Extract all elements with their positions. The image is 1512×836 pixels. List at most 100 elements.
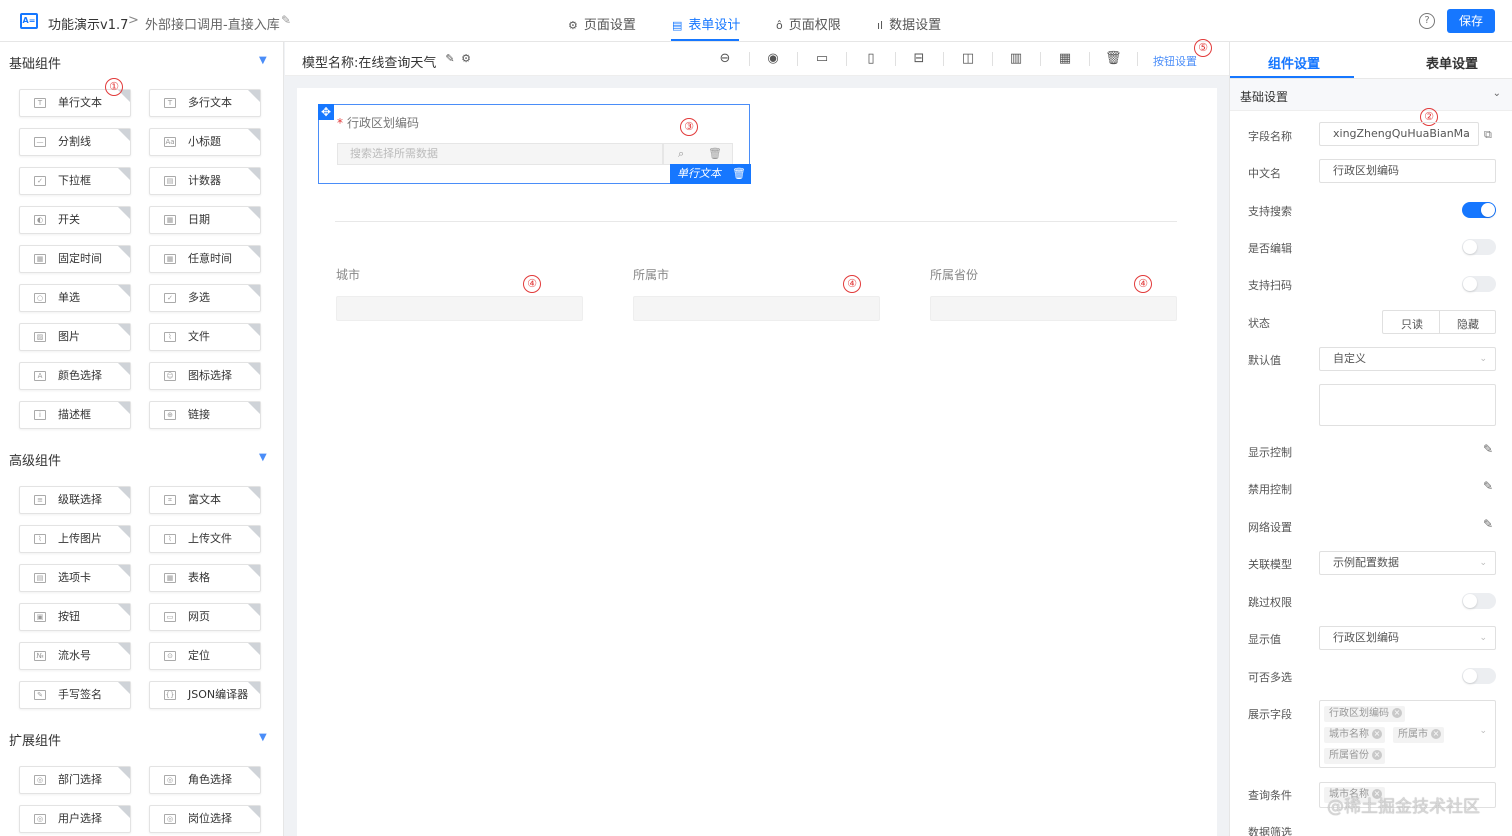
chevron-down-icon[interactable]: ▼ [259,55,267,66]
palette-item-label: 文件 [188,330,210,343]
save-button[interactable]: 保存 [1447,9,1495,33]
palette-item[interactable]: ◐ 开关 [19,206,131,234]
edit-icon[interactable]: ✎ [281,13,291,27]
default-value-select[interactable]: 自定义 ⌄ [1319,347,1496,371]
tab-component-settings[interactable]: 组件设置 [1268,53,1320,72]
palette-item[interactable]: ▦ 日期 [149,206,261,234]
skip-permission-toggle[interactable] [1462,593,1496,609]
field-chip[interactable]: 所属市 [1393,727,1444,743]
field-chip[interactable]: 城市名称 [1324,727,1385,743]
palette-item[interactable]: ◎ 岗位选择 [149,805,261,833]
palette-item[interactable]: ○ 单选 [19,284,131,312]
layout-three-columns-icon[interactable]: ▥ [1008,51,1024,67]
help-icon[interactable]: ? [1419,13,1435,29]
cn-name-input[interactable]: 行政区划编码 [1319,159,1496,183]
city-belong-field[interactable] [633,296,880,321]
related-model-select[interactable]: 示例配置数据 ⌄ [1319,551,1496,575]
divider [846,52,847,66]
palette-item[interactable]: ▨ 图片 [19,323,131,351]
layout-two-columns-icon[interactable]: ◫ [960,51,976,67]
palette-item[interactable]: № 流水号 [19,642,131,670]
link-icon[interactable]: ⊖ [717,51,733,67]
palette-item[interactable]: ▤ 计数器 [149,167,261,195]
palette-item[interactable]: ◎ 用户选择 [19,805,131,833]
search-support-toggle[interactable] [1462,202,1496,218]
palette-item[interactable]: ✎ 手写签名 [19,681,131,709]
editable-toggle[interactable] [1462,239,1496,255]
desktop-icon[interactable]: ▭ [814,51,830,67]
gear-icon[interactable]: ⚙ [458,51,474,67]
palette-item[interactable]: ✓ 下拉框 [19,167,131,195]
palette-item[interactable]: ☺ 图标选择 [149,362,261,390]
palette-item[interactable]: ⌗ 富文本 [149,486,261,514]
copy-icon[interactable]: ⧉ [1484,128,1492,142]
app-title[interactable]: 功能演示v1.7 [48,14,128,33]
basic-settings-header[interactable]: 基础设置 ⌄ [1230,79,1512,111]
palette-item[interactable]: ≡ 级联选择 [19,486,131,514]
trash-icon[interactable]: 🗑 [1105,51,1122,67]
component-icon: ≡ [34,495,46,505]
palette-item[interactable]: ◎ 角色选择 [149,766,261,794]
palette-item[interactable]: ▦ 固定时间 [19,245,131,273]
chevron-down-icon[interactable]: ▼ [259,452,267,463]
palette-item[interactable]: A 颜色选择 [19,362,131,390]
palette-item[interactable]: {} JSON编译器 [149,681,261,709]
tab-page-permission[interactable]: ô 页面权限 [776,14,841,33]
palette-item[interactable]: ⌇ 文件 [149,323,261,351]
edit-icon[interactable]: ✎ [1483,479,1493,493]
palette-item[interactable]: ◎ 部门选择 [19,766,131,794]
field-chip[interactable]: 行政区划编码 [1324,706,1405,722]
state-hidden-option[interactable]: 隐藏 [1457,316,1479,332]
sub-field-label-city-belong: 所属市 [633,268,670,282]
search-select-input[interactable]: 搜索选择所需数据 [337,143,663,165]
palette-item[interactable]: Aa 小标题 [149,128,261,156]
province-field[interactable] [930,296,1177,321]
default-value-textarea[interactable] [1319,384,1496,426]
palette-item[interactable]: ⊕ 链接 [149,401,261,429]
delete-icon[interactable]: 🗑 [732,164,746,184]
palette-item[interactable]: i 描述框 [19,401,131,429]
scan-support-toggle[interactable] [1462,276,1496,292]
state-label: 状态 [1248,317,1270,330]
display-value-select[interactable]: 行政区划编码 ⌄ [1319,626,1496,650]
palette-item[interactable]: ✓ 多选 [149,284,261,312]
selected-field-item[interactable]: ✥ * 行政区划编码 搜索选择所需数据 ⌕ 🗑 单行文本 🗑 ③ [318,104,751,184]
palette-item[interactable]: ⊙ 定位 [149,642,261,670]
form-canvas[interactable]: ✥ * 行政区划编码 搜索选择所需数据 ⌕ 🗑 单行文本 🗑 ③ 城市 ④ 所属市 … [297,88,1217,836]
palette-item[interactable]: ▤ 选项卡 [19,564,131,592]
mobile-icon[interactable]: ▯ [863,51,879,67]
palette-item[interactable]: ▭ 网页 [149,603,261,631]
layout-one-column-icon[interactable]: ⊟ [911,51,927,67]
layout-four-columns-icon[interactable]: ▦ [1057,51,1073,67]
field-chip[interactable]: 所属省份 [1324,748,1385,764]
palette-item[interactable]: ▦ 任意时间 [149,245,261,273]
city-field[interactable] [336,296,583,321]
display-fields-select[interactable]: 行政区划编码 城市名称 所属市 所属省份 ⌄ [1319,700,1496,768]
tab-data-settings[interactable]: ıl 数据设置 [877,14,941,33]
edit-icon[interactable]: ✎ [1483,517,1493,531]
field-name-select[interactable]: xingZhengQuHuaBianMa ⌄ [1319,122,1479,146]
palette-item[interactable]: ⌇ 上传文件 [149,525,261,553]
trash-icon[interactable]: 🗑 [708,147,722,160]
edit-icon[interactable]: ✎ [442,51,458,67]
state-readonly-option[interactable]: 只读 [1401,316,1423,332]
button-settings-link[interactable]: 按钮设置 [1153,53,1197,69]
search-icon[interactable]: ⌕ [678,147,684,161]
multi-select-toggle[interactable] [1462,668,1496,684]
chevron-down-icon: ⌄ [1479,726,1487,736]
palette-item[interactable]: — 分割线 [19,128,131,156]
eye-icon[interactable]: ◉ [765,51,781,67]
move-icon[interactable]: ✥ [318,104,334,120]
chevron-down-icon[interactable]: ▼ [259,732,267,743]
palette-item[interactable]: ⌇ 上传图片 [19,525,131,553]
tab-page-settings[interactable]: ⚙ 页面设置 [568,14,636,33]
palette-item[interactable]: ▣ 按钮 [19,603,131,631]
tab-form-design[interactable]: ▤ 表单设计 [672,14,740,33]
palette-item[interactable]: T 多行文本 [149,89,261,117]
edit-icon[interactable]: ✎ [1483,442,1493,456]
component-icon: ◎ [164,814,176,824]
tab-form-settings[interactable]: 表单设置 [1426,53,1478,72]
grid-settings-label: 网络设置 [1248,521,1292,534]
breadcrumb-separator-icon: > [128,13,139,28]
palette-item[interactable]: ▦ 表格 [149,564,261,592]
